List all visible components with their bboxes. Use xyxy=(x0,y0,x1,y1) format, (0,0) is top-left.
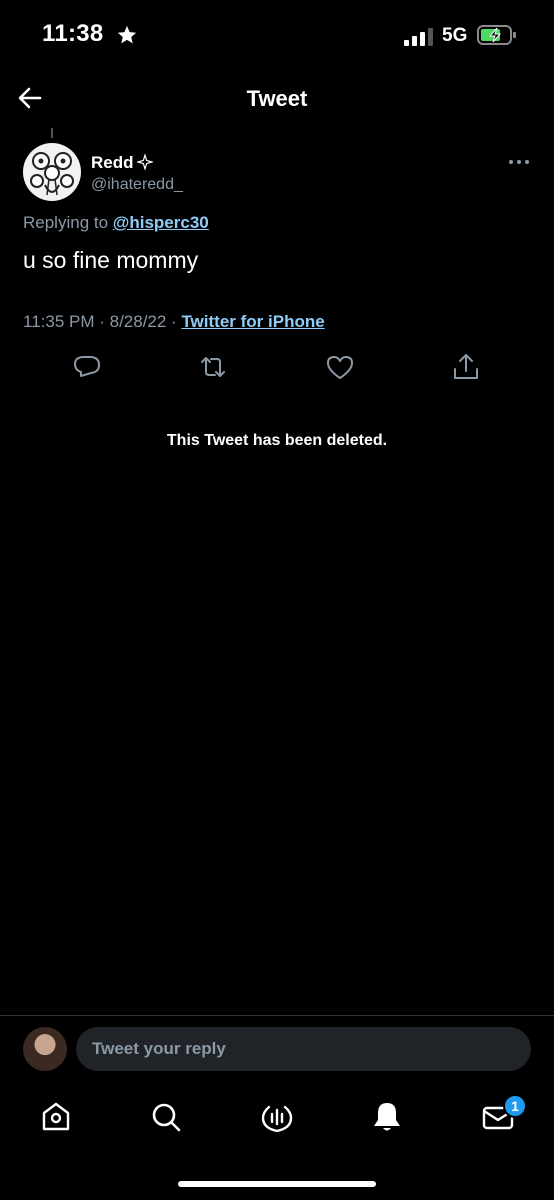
tweet-timestamp: 11:35 PM · 8/28/22 · xyxy=(23,312,182,331)
star-icon xyxy=(117,25,137,44)
share-icon[interactable] xyxy=(451,352,481,382)
notifications-icon[interactable] xyxy=(370,1100,404,1134)
divider xyxy=(0,1015,554,1016)
replying-to: Replying to @hisperc30 xyxy=(23,213,209,233)
like-icon[interactable] xyxy=(325,352,355,382)
home-icon[interactable] xyxy=(39,1100,73,1134)
spaces-icon[interactable] xyxy=(260,1100,294,1134)
reply-input[interactable]: Tweet your reply xyxy=(76,1027,531,1071)
sparkle-icon xyxy=(137,154,153,170)
display-name[interactable]: Redd xyxy=(91,153,134,173)
avatar[interactable] xyxy=(23,143,81,201)
tweet-text: u so fine mommy xyxy=(23,247,199,273)
avatar-illustration xyxy=(30,152,74,196)
more-icon[interactable] xyxy=(508,158,530,166)
page-title: Tweet xyxy=(246,86,308,111)
handle[interactable]: @ihateredd_ xyxy=(91,176,183,194)
home-indicator xyxy=(178,1181,376,1187)
reply-placeholder: Tweet your reply xyxy=(92,1039,226,1058)
network-type: 5G xyxy=(442,25,468,46)
tweet-meta: 11:35 PM · 8/28/22 · Twitter for iPhone xyxy=(23,312,325,332)
replying-to-link[interactable]: @hisperc30 xyxy=(113,213,209,232)
status-time: 11:38 xyxy=(42,20,104,47)
search-icon[interactable] xyxy=(149,1100,183,1134)
reply-icon[interactable] xyxy=(72,352,102,382)
messages-badge: 1 xyxy=(503,1094,527,1118)
tweet-source-link[interactable]: Twitter for iPhone xyxy=(181,312,324,331)
retweet-icon[interactable] xyxy=(198,352,228,382)
thread-line xyxy=(51,128,53,138)
replying-to-label: Replying to xyxy=(23,213,113,232)
deleted-notice: This Tweet has been deleted. xyxy=(166,432,388,449)
my-avatar[interactable] xyxy=(23,1027,67,1071)
signal-icon xyxy=(404,28,433,46)
battery-icon xyxy=(477,25,516,45)
